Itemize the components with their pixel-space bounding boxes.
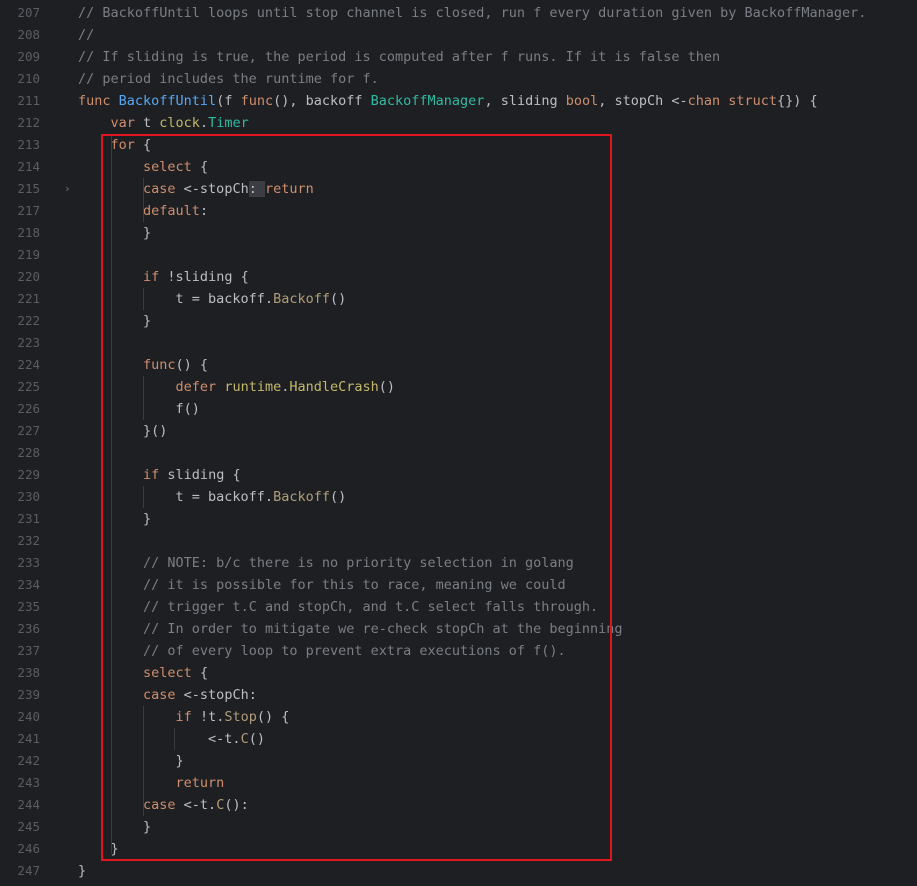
code-line[interactable]: 210 // period includes the runtime for f. [0,68,917,90]
line-number: 242 [17,753,40,768]
line-number: 247 [17,863,40,878]
code-token: {}) { [777,93,818,109]
line-number: 215 [17,181,40,196]
code-token: chan struct [687,93,778,109]
code-token: // [78,27,95,43]
code-token: (f [216,93,241,109]
line-number: 211 [17,93,40,108]
code-token: , sliding [484,93,566,109]
line-number: 233 [17,555,40,570]
code-token: // If sliding is true, the period is com… [78,49,721,65]
code-line[interactable]: 208 // [0,24,917,46]
line-number: 229 [17,467,40,482]
code-text: func BackoffUntil(f func(), backoff Back… [78,90,818,112]
code-token: (), backoff [273,93,371,109]
line-number: 231 [17,511,40,526]
code-text: // period includes the runtime for f. [78,68,379,90]
line-number: 209 [17,49,40,64]
line-number: 238 [17,665,40,680]
line-number: 246 [17,841,40,856]
code-token: } [78,863,87,879]
code-token: var [110,115,135,131]
code-editor[interactable]: 207 // BackoffUntil loops until stop chan… [0,0,917,886]
line-number: 214 [17,159,40,174]
code-token: clock [159,115,200,131]
line-number: 237 [17,643,40,658]
code-token: t [134,115,160,131]
line-number: 230 [17,489,40,504]
code-text: // BackoffUntil loops until stop channel… [78,2,866,24]
code-line[interactable]: 209 // If sliding is true, the period is … [0,46,917,68]
line-number: 235 [17,599,40,614]
line-number: 244 [17,797,40,812]
code-text: // [78,24,94,46]
code-token: func [78,93,119,109]
line-number: 208 [17,27,40,42]
code-token: Timer [208,115,249,131]
line-number: 207 [17,5,40,20]
line-number: 210 [17,71,40,86]
code-token: bool [565,93,599,109]
code-token: // BackoffUntil loops until stop channel… [78,5,867,21]
code-token: BackoffUntil [118,93,217,109]
line-number: 245 [17,819,40,834]
line-number: 243 [17,775,40,790]
line-number: 212 [17,115,40,130]
line-number: 218 [17,225,40,240]
line-number: 228 [17,445,40,460]
line-number: 219 [17,247,40,262]
code-token: , stopCh <- [598,93,688,109]
code-line[interactable]: 247} [0,860,917,882]
code-text: // If sliding is true, the period is com… [78,46,720,68]
code-token: func [240,93,274,109]
line-number: 240 [17,709,40,724]
code-text: } [78,860,86,882]
line-number: 232 [17,533,40,548]
code-line[interactable]: 211 func BackoffUntil(f func(), backoff B… [0,90,917,112]
code-token: BackoffManager [370,93,485,109]
line-number: 223 [17,335,40,350]
line-number: 225 [17,379,40,394]
line-number: 227 [17,423,40,438]
line-number: 234 [17,577,40,592]
line-number: 236 [17,621,40,636]
code-line[interactable]: 212 var t clock.Timer [0,112,917,134]
code-token: . [199,115,209,131]
line-number: 222 [17,313,40,328]
line-number: 226 [17,401,40,416]
highlight-box [101,134,612,861]
line-number: 220 [17,269,40,284]
code-line[interactable]: 207 // BackoffUntil loops until stop chan… [0,2,917,24]
code-text: var t clock.Timer [78,112,249,134]
line-number: 213 [17,137,40,152]
code-token: // period includes the runtime for f. [78,71,379,87]
line-number: 217 [17,203,40,218]
line-number: 241 [17,731,40,746]
line-number: 221 [17,291,40,306]
line-number: 239 [17,687,40,702]
fold-chevron-icon[interactable]: › [64,178,71,200]
line-number: 224 [17,357,40,372]
